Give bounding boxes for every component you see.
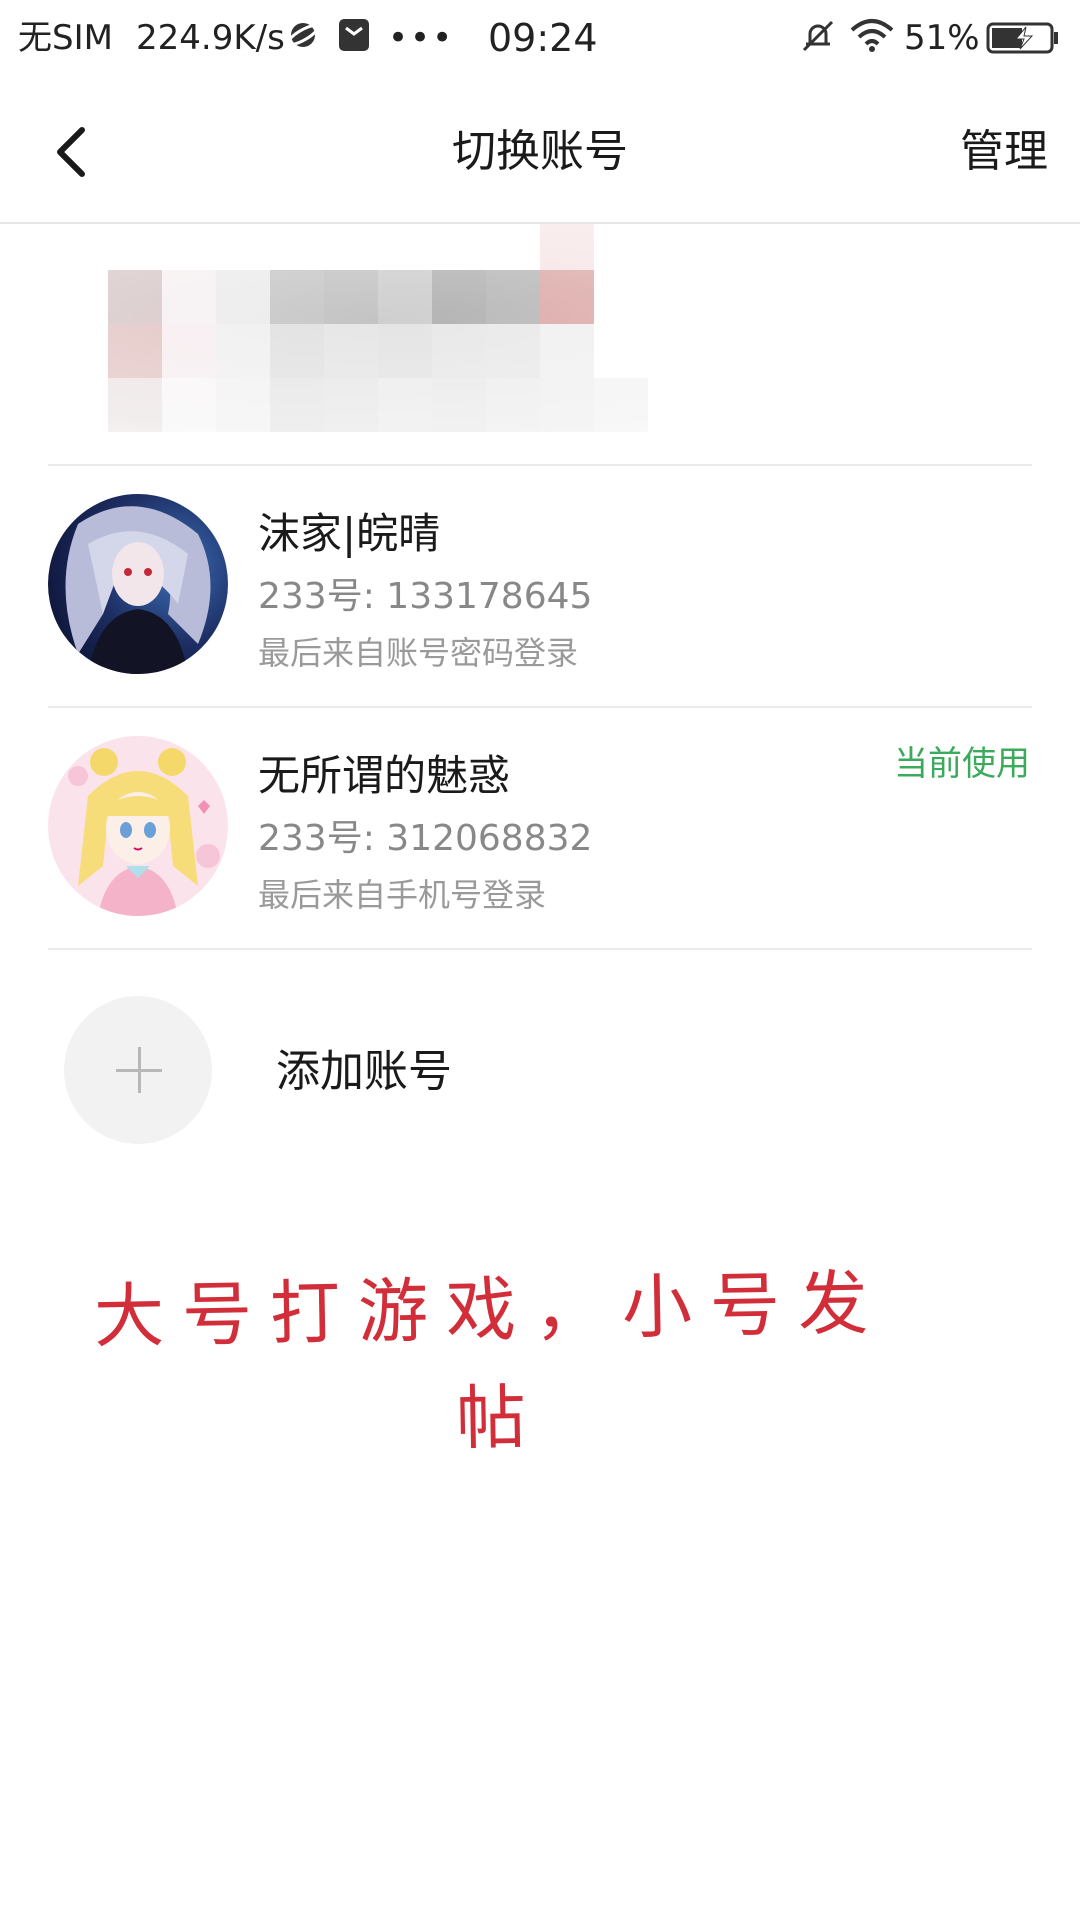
last-login-method: 最后来自手机号登录 xyxy=(258,876,547,914)
redacted-account-row[interactable] xyxy=(0,224,1080,464)
account-row[interactable]: 沫家|皖晴 233号: 133178645 最后来自账号密码登录 xyxy=(0,466,1080,706)
battery-percent: 51% xyxy=(904,18,980,58)
handwritten-note-line-1: 大号打游戏，小号发 xyxy=(93,1262,887,1358)
battery-charging-icon xyxy=(986,22,1060,58)
account-id: 233号: 312068832 xyxy=(258,818,593,859)
nav-bar: 切换账号 管理 xyxy=(0,80,1080,224)
last-login-method: 最后来自账号密码登录 xyxy=(258,634,579,672)
account-row-current[interactable]: 无所谓的魅惑 233号: 312068832 最后来自手机号登录 当前使用 xyxy=(0,708,1080,948)
switch-account-screen: 无SIM 224.9K/s ••• 09:24 51% 切换账号 管理 沫家|皖… xyxy=(0,0,1080,1920)
status-bar: 无SIM 224.9K/s ••• 09:24 51% xyxy=(0,0,1080,80)
planet-icon xyxy=(286,18,320,56)
network-speed: 224.9K/s xyxy=(136,18,285,58)
divider xyxy=(48,948,1032,950)
account-name: 沫家|皖晴 xyxy=(258,509,441,558)
account-name: 无所谓的魅惑 xyxy=(258,751,511,800)
mute-bell-icon xyxy=(800,18,836,58)
avatar xyxy=(48,736,228,916)
add-account-label: 添加账号 xyxy=(276,1046,452,1097)
account-id: 233号: 133178645 xyxy=(258,576,593,617)
carrier-label: 无SIM xyxy=(18,18,113,58)
avatar xyxy=(48,494,228,674)
blur-overlay xyxy=(0,224,1080,464)
more-notifications: ••• xyxy=(388,18,455,58)
wifi-icon xyxy=(850,18,894,56)
message-box-icon xyxy=(338,18,370,56)
add-account-button[interactable]: 添加账号 xyxy=(0,990,1080,1150)
current-account-badge: 当前使用 xyxy=(894,744,1030,784)
manage-button[interactable]: 管理 xyxy=(960,120,1048,184)
page-title: 切换账号 xyxy=(452,126,628,177)
handwritten-note-line-2: 帖 xyxy=(455,1376,545,1460)
clock: 09:24 xyxy=(488,16,598,60)
